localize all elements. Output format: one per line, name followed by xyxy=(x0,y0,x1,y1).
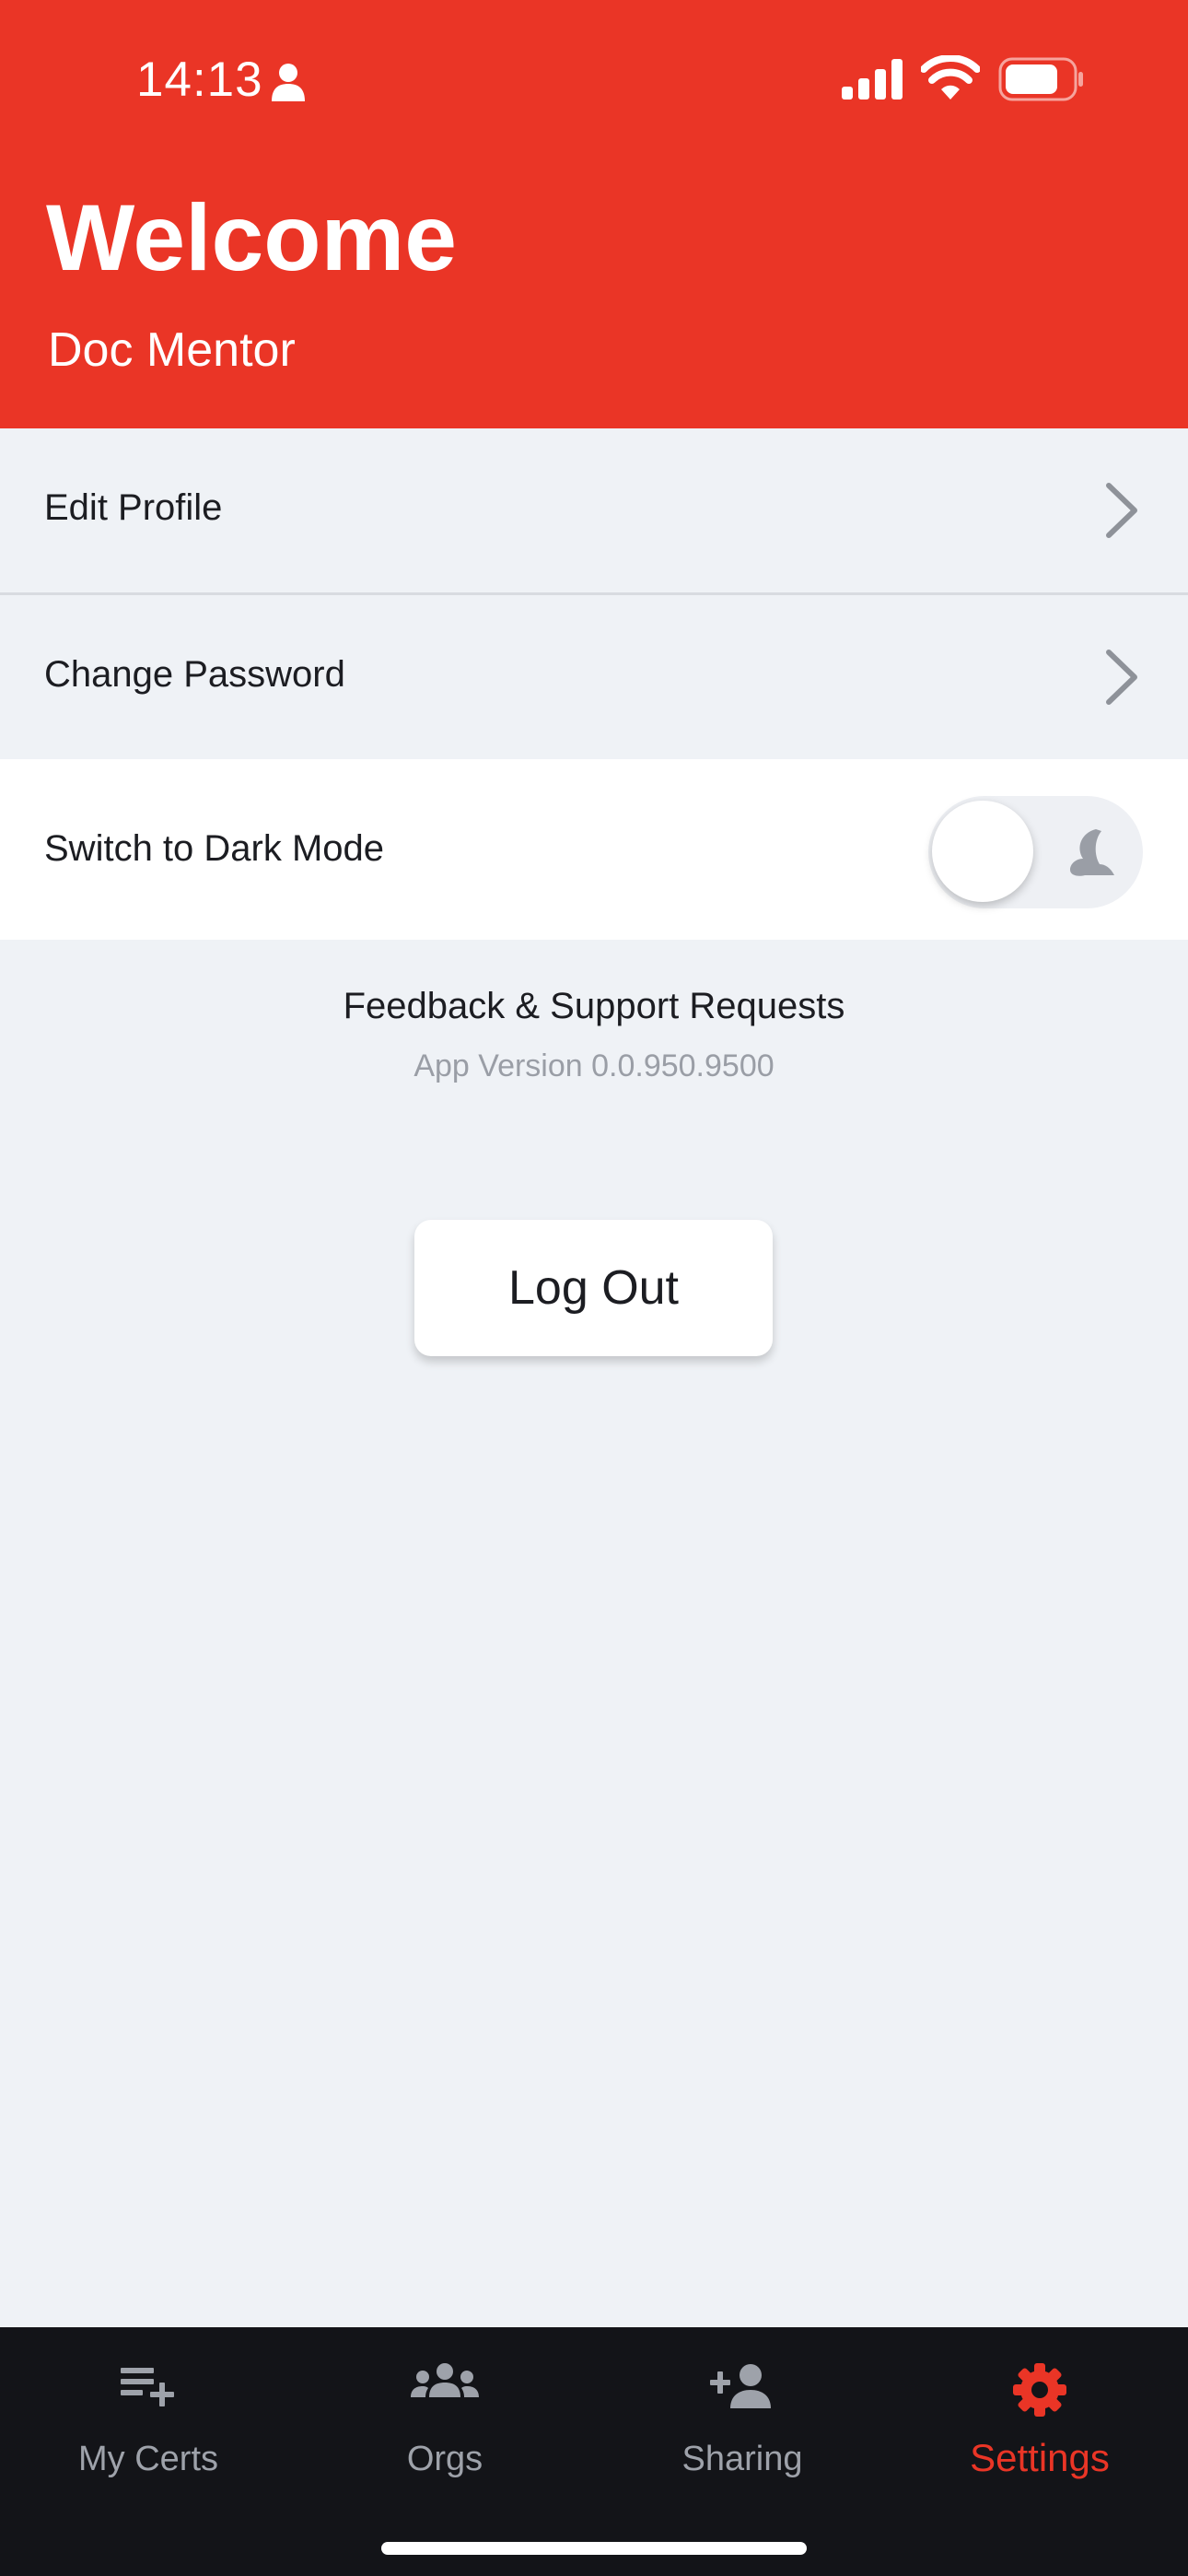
dark-mode-toggle[interactable] xyxy=(928,796,1143,908)
edit-profile-label: Edit Profile xyxy=(44,487,223,528)
wifi-icon xyxy=(921,55,980,100)
app-version: App Version 0.0.950.9500 xyxy=(413,1048,775,1083)
person-add-icon xyxy=(710,2364,771,2408)
dark-mode-label: Switch to Dark Mode xyxy=(44,828,385,869)
toggle-knob xyxy=(932,801,1033,902)
page-title: Welcome xyxy=(46,185,457,290)
change-password-label: Change Password xyxy=(44,654,345,695)
group-icon xyxy=(411,2363,479,2397)
tab-settings[interactable]: Settings xyxy=(891,2327,1188,2502)
feedback-support-link[interactable]: Feedback & Support Requests xyxy=(0,986,1188,1027)
edit-profile-row[interactable]: Edit Profile xyxy=(0,428,1188,595)
tab-my-certs[interactable]: My Certs xyxy=(0,2327,297,2502)
chevron-right-icon xyxy=(1106,650,1137,705)
battery-icon xyxy=(998,57,1083,101)
tab-sharing-label: Sharing xyxy=(681,2440,803,2478)
cellular-signal-icon xyxy=(842,59,903,100)
tab-orgs-label: Orgs xyxy=(406,2440,483,2478)
home-indicator xyxy=(381,2542,807,2555)
status-time: 14:13 xyxy=(136,53,263,107)
tab-bar: My Certs Orgs Sharing Settings xyxy=(0,2327,1188,2576)
tab-sharing[interactable]: Sharing xyxy=(594,2327,891,2502)
tab-my-certs-label: My Certs xyxy=(78,2440,218,2478)
chevron-right-icon xyxy=(1106,483,1137,538)
moon-icon xyxy=(1070,829,1114,876)
tab-settings-label: Settings xyxy=(970,2436,1110,2479)
tab-orgs[interactable]: Orgs xyxy=(297,2327,593,2502)
logout-button[interactable]: Log Out xyxy=(414,1220,773,1356)
change-password-row[interactable]: Change Password xyxy=(0,595,1188,762)
user-name: Doc Mentor xyxy=(48,323,296,377)
playlist-add-icon xyxy=(121,2368,174,2406)
header: 14:13 Welcome Doc Mentor xyxy=(0,0,1188,428)
gear-icon xyxy=(1013,2363,1066,2417)
person-icon xyxy=(272,64,305,101)
